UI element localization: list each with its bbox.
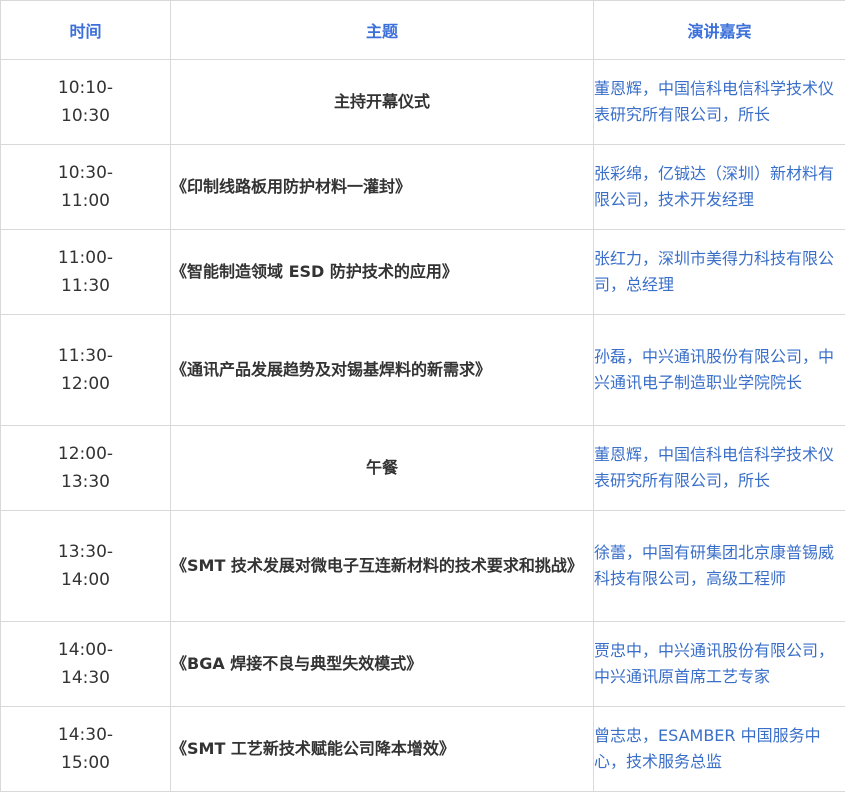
time-cell: 11:00- 11:30 bbox=[1, 230, 171, 315]
topic-cell: 《SMT 工艺新技术赋能公司降本增效》 bbox=[171, 707, 594, 792]
schedule-table: 时间 主题 演讲嘉宾 10:10- 10:30 主持开幕仪式 董恩辉，中国信科电… bbox=[0, 0, 845, 792]
time-start: 14:00- bbox=[1, 636, 170, 664]
header-time: 时间 bbox=[1, 1, 171, 60]
topic-cell: 《通讯产品发展趋势及对锡基焊料的新需求》 bbox=[171, 315, 594, 426]
time-cell: 14:00- 14:30 bbox=[1, 622, 171, 707]
time-end: 14:00 bbox=[1, 566, 170, 594]
topic-cell: 《SMT 技术发展对微电子互连新材料的技术要求和挑战》 bbox=[171, 511, 594, 622]
table-row: 14:00- 14:30 《BGA 焊接不良与典型失效模式》 贾忠中，中兴通讯股… bbox=[1, 622, 845, 707]
topic-cell: 《智能制造领域 ESD 防护技术的应用》 bbox=[171, 230, 594, 315]
table-row: 11:00- 11:30 《智能制造领域 ESD 防护技术的应用》 张红力，深圳… bbox=[1, 230, 845, 315]
speaker-cell: 张红力，深圳市美得力科技有限公司，总经理 bbox=[594, 230, 845, 315]
time-end: 13:30 bbox=[1, 468, 170, 496]
time-start: 11:30- bbox=[1, 342, 170, 370]
time-start: 11:00- bbox=[1, 244, 170, 272]
speaker-cell: 徐蕾，中国有研集团北京康普锡威科技有限公司，高级工程师 bbox=[594, 511, 845, 622]
speaker-cell: 孙磊，中兴通讯股份有限公司，中兴通讯电子制造职业学院院长 bbox=[594, 315, 845, 426]
time-start: 10:30- bbox=[1, 159, 170, 187]
table-row: 14:30- 15:00 《SMT 工艺新技术赋能公司降本增效》 曾志忠，ESA… bbox=[1, 707, 845, 792]
topic-cell: 《印制线路板用防护材料一灌封》 bbox=[171, 145, 594, 230]
time-start: 10:10- bbox=[1, 74, 170, 102]
speaker-cell: 曾志忠，ESAMBER 中国服务中心，技术服务总监 bbox=[594, 707, 845, 792]
topic-cell: 《BGA 焊接不良与典型失效模式》 bbox=[171, 622, 594, 707]
speaker-cell: 董恩辉，中国信科电信科学技术仪表研究所有限公司，所长 bbox=[594, 60, 845, 145]
topic-cell: 主持开幕仪式 bbox=[171, 60, 594, 145]
time-cell: 14:30- 15:00 bbox=[1, 707, 171, 792]
speaker-cell: 张彩绵，亿铖达（深圳）新材料有限公司，技术开发经理 bbox=[594, 145, 845, 230]
table-row: 12:00- 13:30 午餐 董恩辉，中国信科电信科学技术仪表研究所有限公司，… bbox=[1, 426, 845, 511]
header-topic: 主题 bbox=[171, 1, 594, 60]
time-start: 12:00- bbox=[1, 440, 170, 468]
time-end: 10:30 bbox=[1, 102, 170, 130]
time-cell: 10:10- 10:30 bbox=[1, 60, 171, 145]
time-end: 11:00 bbox=[1, 187, 170, 215]
time-cell: 10:30- 11:00 bbox=[1, 145, 171, 230]
time-end: 15:00 bbox=[1, 749, 170, 777]
time-start: 13:30- bbox=[1, 538, 170, 566]
speaker-cell: 董恩辉，中国信科电信科学技术仪表研究所有限公司，所长 bbox=[594, 426, 845, 511]
table-row: 10:30- 11:00 《印制线路板用防护材料一灌封》 张彩绵，亿铖达（深圳）… bbox=[1, 145, 845, 230]
time-end: 14:30 bbox=[1, 664, 170, 692]
time-cell: 11:30- 12:00 bbox=[1, 315, 171, 426]
time-end: 12:00 bbox=[1, 370, 170, 398]
time-cell: 12:00- 13:30 bbox=[1, 426, 171, 511]
speaker-cell: 贾忠中，中兴通讯股份有限公司，中兴通讯原首席工艺专家 bbox=[594, 622, 845, 707]
table-row: 13:30- 14:00 《SMT 技术发展对微电子互连新材料的技术要求和挑战》… bbox=[1, 511, 845, 622]
time-end: 11:30 bbox=[1, 272, 170, 300]
topic-cell: 午餐 bbox=[171, 426, 594, 511]
table-row: 10:10- 10:30 主持开幕仪式 董恩辉，中国信科电信科学技术仪表研究所有… bbox=[1, 60, 845, 145]
time-cell: 13:30- 14:00 bbox=[1, 511, 171, 622]
table-row: 11:30- 12:00 《通讯产品发展趋势及对锡基焊料的新需求》 孙磊，中兴通… bbox=[1, 315, 845, 426]
table-header-row: 时间 主题 演讲嘉宾 bbox=[1, 1, 845, 60]
header-speaker: 演讲嘉宾 bbox=[594, 1, 845, 60]
time-start: 14:30- bbox=[1, 721, 170, 749]
